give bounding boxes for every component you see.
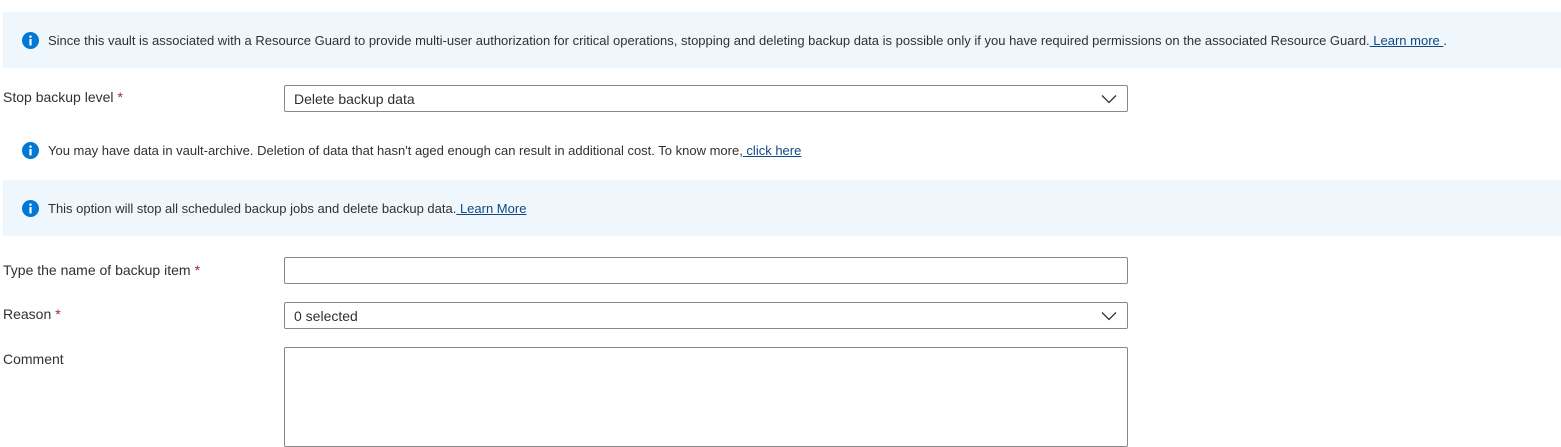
resource-guard-info-banner: Since this vault is associated with a Re…: [3, 12, 1561, 68]
resource-guard-text: Since this vault is associated with a Re…: [48, 32, 1370, 48]
required-indicator: *: [55, 306, 61, 322]
vault-archive-text: You may have data in vault-archive. Dele…: [48, 142, 743, 158]
backup-item-name-label-text: Type the name of backup item: [3, 262, 191, 278]
info-icon: [22, 31, 39, 49]
stop-backup-level-label: Stop backup level *: [3, 89, 123, 105]
reason-dropdown[interactable]: 0 selected: [284, 302, 1128, 329]
info-icon: [22, 141, 39, 159]
vault-archive-message: You may have data in vault-archive. Dele…: [48, 143, 801, 158]
stop-backup-level-label-text: Stop backup level: [3, 89, 114, 105]
required-indicator: *: [117, 89, 123, 105]
reason-label: Reason *: [3, 306, 61, 322]
backup-item-name-input[interactable]: [284, 257, 1128, 284]
resource-guard-suffix: .: [1443, 32, 1447, 48]
chevron-down-icon: [1101, 311, 1117, 321]
reason-value: 0 selected: [294, 307, 358, 324]
resource-guard-message: Since this vault is associated with a Re…: [48, 33, 1447, 48]
chevron-down-icon: [1101, 94, 1117, 104]
stop-option-text: This option will stop all scheduled back…: [48, 200, 457, 216]
vault-archive-click-here-link[interactable]: click here: [743, 143, 801, 158]
stop-option-info-banner: This option will stop all scheduled back…: [3, 180, 1561, 236]
comment-label: Comment: [3, 351, 64, 367]
stop-option-learn-more-link[interactable]: Learn More: [456, 201, 526, 216]
vault-archive-info: You may have data in vault-archive. Dele…: [3, 138, 801, 162]
comment-label-text: Comment: [3, 351, 64, 367]
stop-option-message: This option will stop all scheduled back…: [48, 201, 526, 216]
backup-item-name-label: Type the name of backup item *: [3, 262, 200, 278]
stop-backup-level-dropdown[interactable]: Delete backup data: [284, 85, 1128, 112]
reason-label-text: Reason: [3, 306, 52, 322]
info-icon: [22, 199, 39, 217]
resource-guard-learn-more-link[interactable]: Learn more: [1370, 33, 1444, 48]
stop-backup-level-value: Delete backup data: [294, 90, 415, 107]
required-indicator: *: [194, 262, 201, 278]
comment-textarea[interactable]: [284, 347, 1128, 447]
